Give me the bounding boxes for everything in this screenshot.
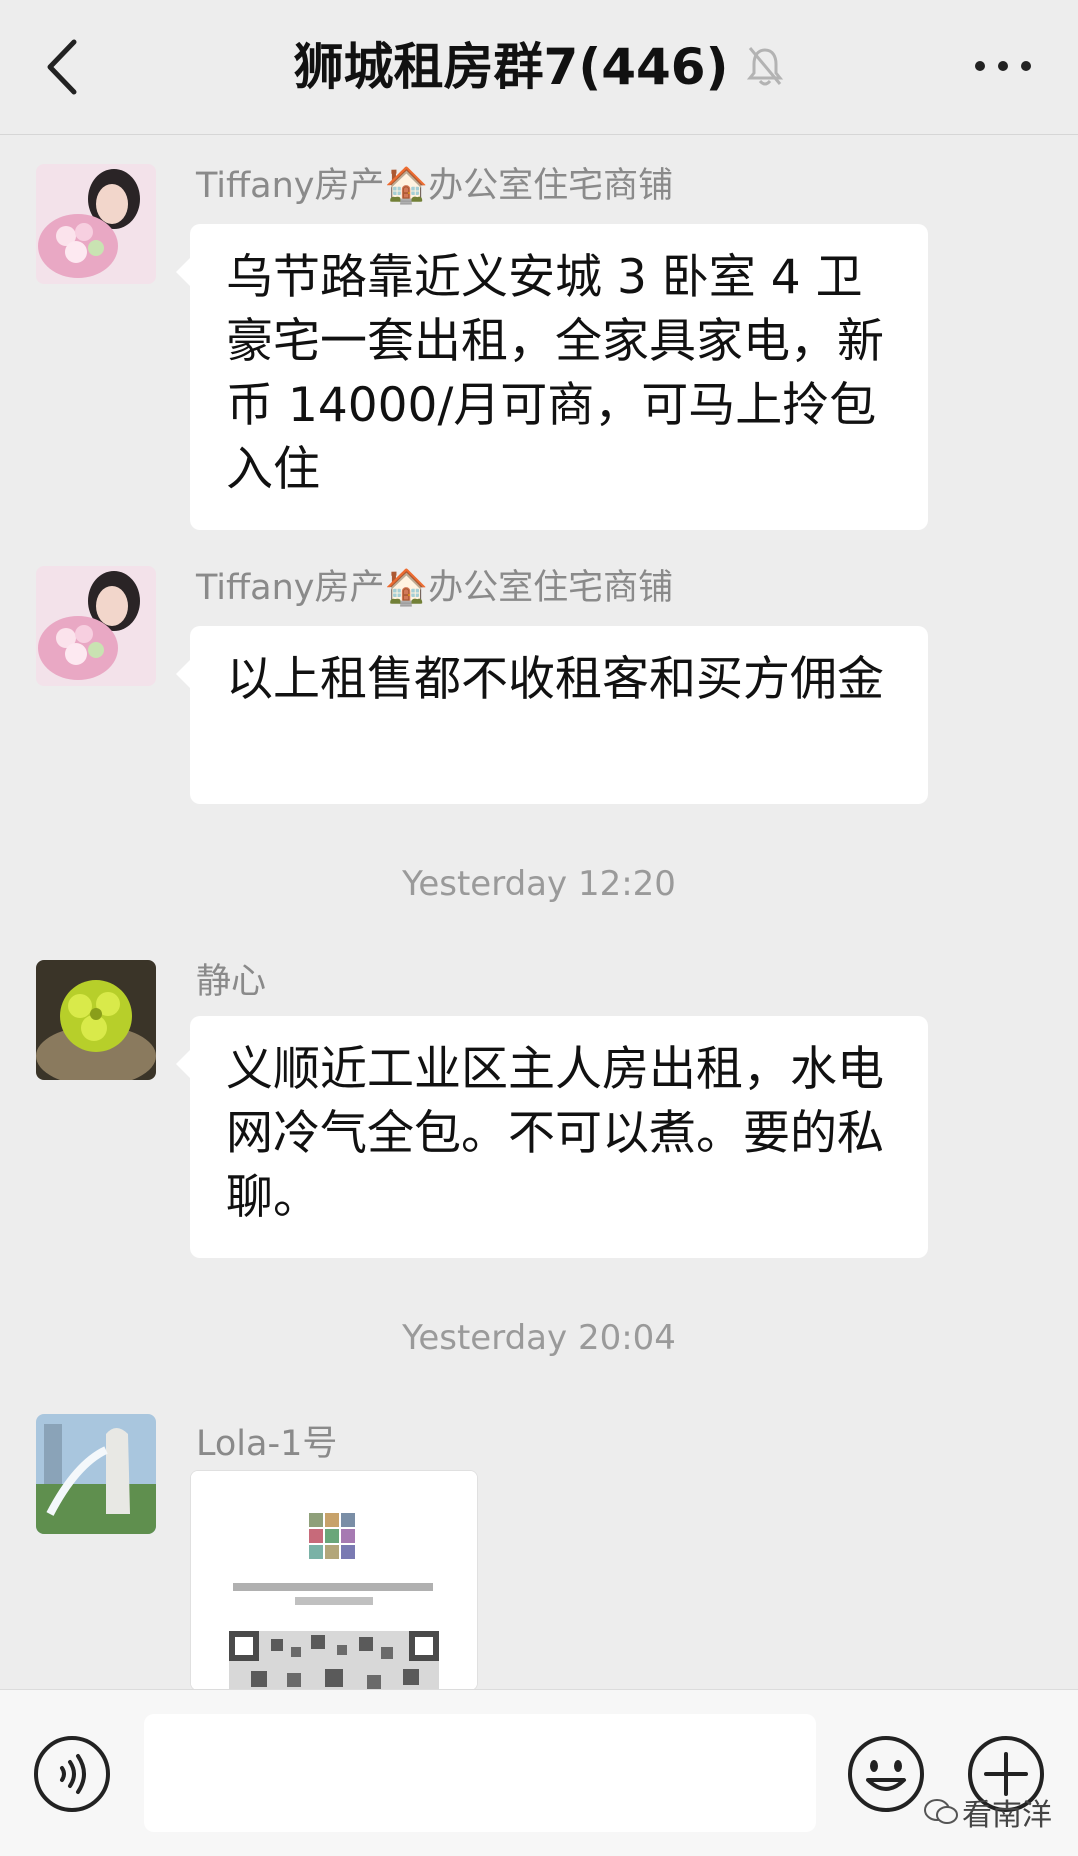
emoji-icon[interactable]: [846, 1734, 926, 1814]
chat-title-wrap: 狮城租房群7(446): [0, 30, 1078, 108]
sender-name: 静心: [196, 962, 267, 1002]
chat-title: 狮城租房群7(446): [293, 38, 729, 96]
sender-name: Lola-1号: [196, 1424, 338, 1464]
sender-name: Tiffany房产🏠办公室住宅商铺: [196, 166, 674, 206]
timestamp: Yesterday 20:04: [402, 1318, 676, 1358]
avatar-tiffany[interactable]: [36, 164, 156, 284]
qr-code-image[interactable]: [190, 1470, 478, 1691]
watermark-text: 看南洋: [962, 1797, 1052, 1833]
avatar-tiffany[interactable]: [36, 566, 156, 686]
message-input[interactable]: [144, 1714, 816, 1832]
timestamp: Yesterday 12:20: [402, 864, 676, 904]
more-options-icon[interactable]: [968, 44, 1038, 88]
message-bubble[interactable]: 乌节路靠近义安城 3 卧室 4 卫豪宅一套出租，全家具家电，新币 14000/月…: [176, 224, 928, 530]
input-bar: 看南洋: [0, 1689, 1078, 1856]
watermark: 看南洋: [924, 1790, 1052, 1835]
message-bubble[interactable]: 义顺近工业区主人房出租，水电网冷气全包。不可以煮。要的私聊。: [176, 1016, 928, 1258]
avatar-jingxin[interactable]: [36, 960, 156, 1080]
avatar-lola[interactable]: [36, 1414, 156, 1534]
mute-bell-icon: [746, 34, 784, 108]
chat-header: 狮城租房群7(446): [0, 0, 1078, 135]
wechat-logo-icon: [924, 1798, 958, 1834]
voice-input-icon[interactable]: [32, 1734, 112, 1814]
sender-name: Tiffany房产🏠办公室住宅商铺: [196, 568, 674, 608]
message-bubble[interactable]: 以上租售都不收租客和买方佣金: [176, 626, 928, 804]
